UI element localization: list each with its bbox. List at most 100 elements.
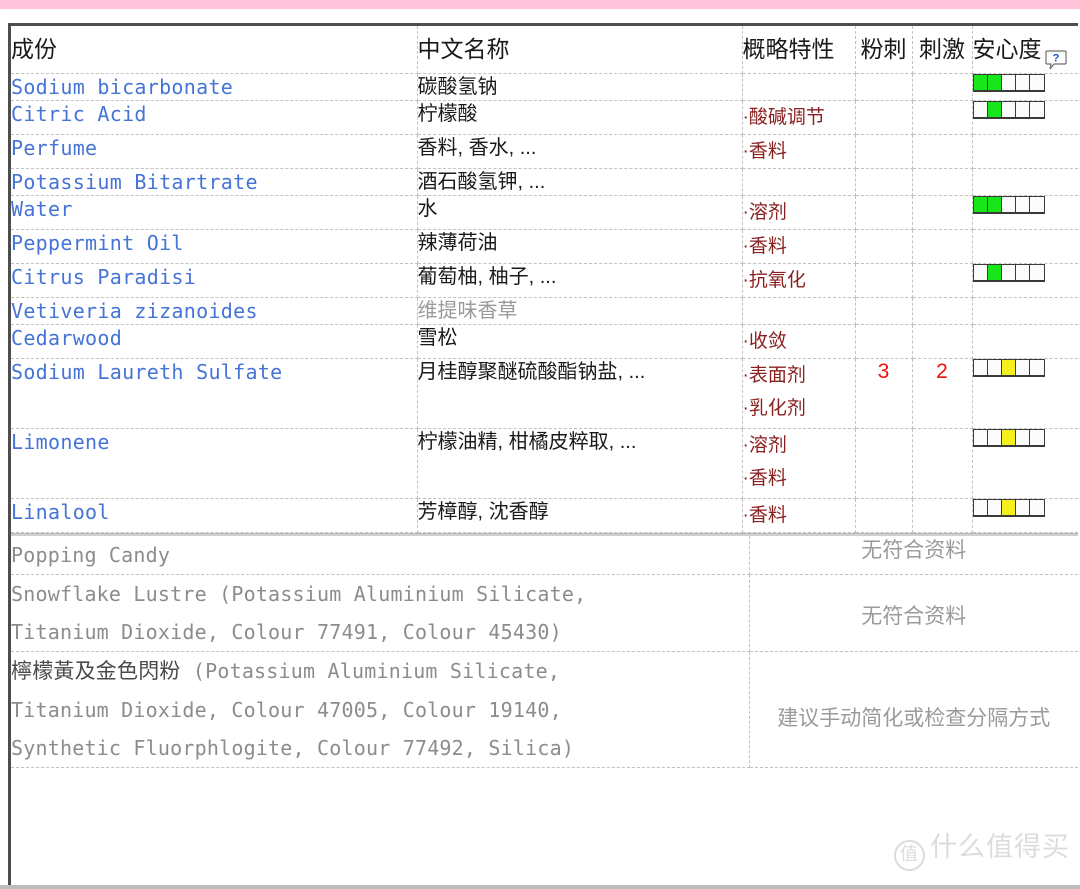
safety-meter-segment — [1015, 500, 1030, 515]
ingredient-name-link[interactable]: Perfume — [11, 134, 418, 169]
safety-meter-segment — [1015, 75, 1030, 90]
unmatched-text-line: Titanium Dioxide, Colour 77491, Colour 4… — [11, 613, 749, 651]
acne-score — [855, 498, 913, 533]
ingredient-name-link[interactable]: Peppermint Oil — [11, 229, 418, 264]
ingredient-features: ·香料 — [742, 229, 856, 264]
safety-rating-cell — [972, 358, 1078, 429]
ingredient-chinese-name: 酒石酸氢钾, ... — [417, 168, 743, 196]
safety-meter-segment — [1029, 197, 1044, 212]
safety-rating-cell — [972, 73, 1078, 101]
table-header: 成份 中文名称 概略特性 粉刺 刺激 安心度? — [11, 26, 1078, 74]
ingredient-features: ·表面剂 ·乳化剂 — [742, 358, 856, 429]
ingredient-chinese-name: 月桂醇聚醚硫酸酯钠盐, ... — [417, 358, 743, 429]
table-row: Linalool 芳樟醇, 沈香醇 ·香料 — [11, 498, 1078, 533]
ingredient-features: ·溶剂 — [742, 195, 856, 230]
safety-meter-segment — [987, 102, 1002, 117]
unmatched-text-line: Synthetic Fluorphlogite, Colour 77492, S… — [11, 729, 749, 767]
table-row: Vetiveria zizanoides 维提味香草 — [11, 297, 1078, 325]
ingredient-features — [742, 168, 856, 196]
feature-tag: ·表面剂 — [742, 365, 806, 386]
safety-meter-segment — [1001, 430, 1016, 445]
ingredient-analysis-panel: 成份 中文名称 概略特性 粉刺 刺激 安心度? Sodium bicarbona… — [8, 23, 1078, 889]
safety-rating-cell — [972, 134, 1078, 169]
safety-meter — [972, 196, 1045, 214]
ingredient-features: ·收敛 — [742, 324, 856, 359]
ingredient-chinese-name: 柠檬油精, 柑橘皮粹取, ... — [417, 428, 743, 499]
unmatched-text-latin: Snowflake Lustre (Potassium Aluminium Si… — [11, 582, 587, 606]
unmatched-row: 檸檬黃及金色閃粉 (Potassium Aluminium Silicate, T… — [11, 651, 1078, 768]
ingredient-chinese-name: 雪松 — [417, 324, 743, 359]
unmatched-table-body: Popping Candy 无符合资料 Snowflake Lustre (Pota… — [11, 536, 1078, 768]
table-row: Citric Acid 柠檬酸 ·酸碱调节 — [11, 100, 1078, 135]
column-header-features: 概略特性 — [742, 26, 856, 74]
safety-meter-segment — [1001, 360, 1016, 375]
feature-tag: ·溶剂 — [742, 202, 787, 223]
safety-meter-segment — [973, 265, 988, 280]
safety-meter-segment — [973, 102, 988, 117]
acne-score — [855, 195, 913, 230]
column-header-acne: 粉刺 — [855, 26, 913, 74]
table-row: Citrus Paradisi 葡萄柚, 柚子, ... ·抗氧化 — [11, 263, 1078, 298]
ingredient-name-link[interactable]: Water — [11, 195, 418, 230]
ingredient-name-link[interactable]: Vetiveria zizanoides — [11, 297, 418, 325]
safety-meter-segment — [1029, 500, 1044, 515]
irritation-score — [912, 229, 973, 264]
acne-score — [855, 324, 913, 359]
safety-meter-segment — [1029, 360, 1044, 375]
safety-rating-cell — [972, 229, 1078, 264]
column-header-safety-label: 安心度 — [972, 36, 1042, 62]
safety-meter-segment — [987, 75, 1002, 90]
unmatched-text-line: Snowflake Lustre (Potassium Aluminium Si… — [11, 575, 749, 613]
ingredient-chinese-name: 维提味香草 — [417, 297, 743, 325]
unmatched-table: Popping Candy 无符合资料 Snowflake Lustre (Pota… — [11, 536, 1078, 768]
acne-score — [855, 428, 913, 499]
unmatched-text-cjk: 檸檬黃及金色閃粉 — [11, 660, 181, 683]
ingredient-table-body: Sodium bicarbonate 碳酸氢钠 Citric Acid 柠檬酸 ·酸碱调… — [11, 73, 1078, 533]
irritation-score — [912, 195, 973, 230]
ingredient-features: ·酸碱调节 — [742, 100, 856, 135]
safety-meter-segment — [973, 360, 988, 375]
feature-tag: ·乳化剂 — [742, 398, 806, 419]
ingredient-name-link[interactable]: Citric Acid — [11, 100, 418, 135]
safety-meter-segment — [973, 75, 988, 90]
safety-meter-segment — [987, 430, 1002, 445]
unmatched-note: 无符合资料 — [749, 574, 1078, 652]
ingredient-chinese-name: 碳酸氢钠 — [417, 73, 743, 101]
safety-meter-segment — [987, 265, 1002, 280]
unmatched-row: Snowflake Lustre (Potassium Aluminium Si… — [11, 574, 1078, 652]
irritation-score — [912, 324, 973, 359]
ingredient-features: ·溶剂 ·香料 — [742, 428, 856, 499]
ingredient-features: ·香料 — [742, 498, 856, 533]
acne-score — [855, 73, 913, 101]
safety-rating-cell — [972, 428, 1078, 499]
ingredient-name-link[interactable]: Limonene — [11, 428, 418, 499]
ingredient-name-link[interactable]: Cedarwood — [11, 324, 418, 359]
unmatched-text-latin: Synthetic Fluorphlogite, Colour 77492, S… — [11, 736, 575, 760]
table-row: Cedarwood 雪松 ·收敛 — [11, 324, 1078, 359]
table-row: Sodium bicarbonate 碳酸氢钠 — [11, 73, 1078, 101]
ingredient-name-link[interactable]: Sodium Laureth Sulfate — [11, 358, 418, 429]
ingredient-name-link[interactable]: Potassium Bitartrate — [11, 168, 418, 196]
safety-meter-segment — [1001, 197, 1016, 212]
safety-meter-segment — [1001, 265, 1016, 280]
safety-meter-segment — [1029, 75, 1044, 90]
safety-rating-cell — [972, 168, 1078, 196]
acne-score — [855, 168, 913, 196]
unmatched-text-latin: Popping Candy — [11, 543, 171, 567]
acne-score — [855, 297, 913, 325]
question-bubble-icon[interactable]: ? — [1044, 39, 1067, 70]
safety-rating-cell — [972, 100, 1078, 135]
feature-tag: ·酸碱调节 — [742, 107, 825, 128]
ingredient-name-link[interactable]: Citrus Paradisi — [11, 263, 418, 298]
irritation-score — [912, 73, 973, 101]
safety-meter-segment — [973, 197, 988, 212]
svg-text:?: ? — [1052, 52, 1059, 64]
acne-score — [855, 263, 913, 298]
safety-rating-cell — [972, 263, 1078, 298]
feature-tag: ·收敛 — [742, 331, 787, 352]
safety-meter-segment — [1001, 102, 1016, 117]
safety-meter-segment — [1015, 360, 1030, 375]
ingredient-name-link[interactable]: Sodium bicarbonate — [11, 73, 418, 101]
ingredient-name-link[interactable]: Linalool — [11, 498, 418, 533]
feature-tag: ·溶剂 — [742, 435, 787, 456]
